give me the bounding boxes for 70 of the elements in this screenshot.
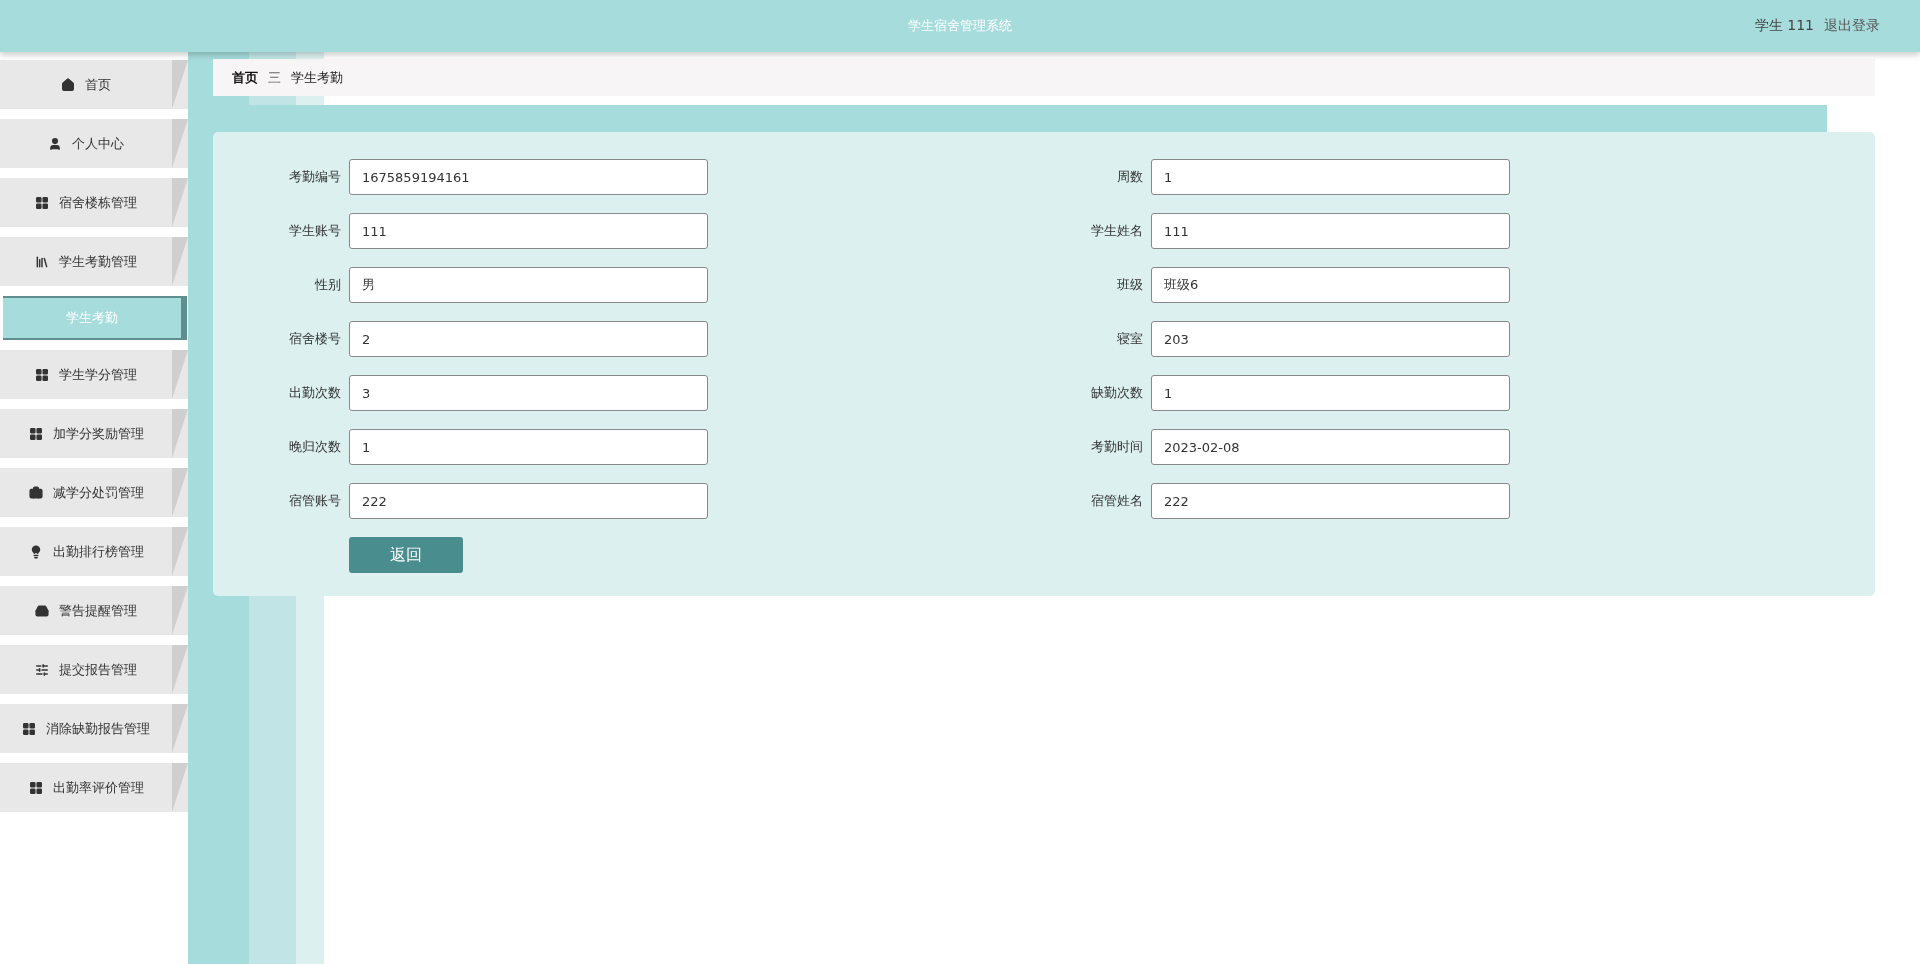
corner-fold — [172, 409, 188, 458]
home-icon — [61, 77, 75, 92]
corner-fold — [172, 527, 188, 576]
corner-fold — [172, 178, 188, 227]
sidebar-item[interactable]: 加学分奖励管理 — [0, 409, 188, 458]
field-label: 晚归次数 — [288, 438, 341, 456]
field-label: 宿管姓名 — [1090, 492, 1143, 510]
sidebar-item[interactable]: 出勤率评价管理 — [0, 763, 188, 812]
corner-fold — [172, 468, 188, 517]
input-field[interactable]: 222 — [1151, 483, 1510, 519]
corner-fold — [172, 645, 188, 694]
breadcrumb-home-link[interactable]: 首页 — [232, 68, 258, 87]
user-icon — [48, 136, 62, 151]
field-label: 周数 — [1116, 168, 1143, 186]
back-button[interactable]: 返回 — [349, 537, 463, 573]
field-label: 缺勤次数 — [1090, 384, 1143, 402]
corner-fold — [172, 350, 188, 399]
input-field[interactable]: 1 — [1151, 375, 1510, 411]
input-field[interactable]: 1675859194161 — [349, 159, 708, 195]
sidebar-item[interactable]: 个人中心 — [0, 119, 188, 168]
field-label: 班级 — [1116, 276, 1143, 294]
input-field[interactable]: 2023-02-08 — [1151, 429, 1510, 465]
sidebar-item[interactable]: 出勤排行榜管理 — [0, 527, 188, 576]
input-field[interactable]: 1 — [349, 429, 708, 465]
briefcase-icon — [28, 485, 43, 500]
books-icon — [35, 254, 49, 269]
sidebar-item[interactable]: 首页 — [0, 60, 188, 109]
user-name: 学生 111 — [1754, 17, 1814, 35]
field-label: 寝室 — [1116, 330, 1143, 348]
app-title: 学生宿舍管理系统 — [908, 17, 1012, 35]
input-field[interactable]: 222 — [349, 483, 708, 519]
sidebar-item[interactable]: 消除缺勤报告管理 — [0, 704, 188, 753]
grid-icon — [22, 721, 36, 736]
corner-fold — [172, 119, 188, 168]
field-label: 学生账号 — [288, 222, 341, 240]
field-label: 考勤时间 — [1090, 438, 1143, 456]
input-field[interactable]: 203 — [1151, 321, 1510, 357]
input-field[interactable]: 1 — [1151, 159, 1510, 195]
corner-fold — [172, 704, 188, 753]
input-field[interactable]: 111 — [349, 213, 708, 249]
field-label: 出勤次数 — [288, 384, 341, 402]
breadcrumb-separator: 三 — [268, 68, 281, 87]
corner-fold — [172, 237, 188, 286]
field-label: 考勤编号 — [288, 168, 341, 186]
sidebar-item[interactable]: 宿舍楼栋管理 — [0, 178, 188, 227]
grid-icon — [28, 426, 43, 441]
grid-icon — [35, 195, 49, 210]
corner-fold — [172, 586, 188, 635]
sliders-icon — [35, 662, 49, 677]
breadcrumb-current: 学生考勤 — [291, 68, 343, 87]
field-label: 性别 — [314, 276, 341, 294]
input-field[interactable]: 班级6 — [1151, 267, 1510, 303]
input-field[interactable]: 3 — [349, 375, 708, 411]
field-label: 学生姓名 — [1090, 222, 1143, 240]
corner-fold — [172, 60, 188, 109]
field-label: 宿舍楼号 — [288, 330, 341, 348]
input-field[interactable]: 2 — [349, 321, 708, 357]
input-field[interactable]: 男 — [349, 267, 708, 303]
sidebar-item[interactable]: 学生学分管理 — [0, 350, 188, 399]
grid-icon — [28, 780, 43, 795]
field-label: 宿管账号 — [288, 492, 341, 510]
corner-fold — [172, 763, 188, 812]
input-field[interactable]: 111 — [1151, 213, 1510, 249]
sidebar-item[interactable]: 减学分处罚管理 — [0, 468, 188, 517]
sidebar-item[interactable]: 提交报告管理 — [0, 645, 188, 694]
sidebar-item[interactable]: 警告提醒管理 — [0, 586, 188, 635]
grid-icon — [35, 367, 49, 382]
logout-link[interactable]: 退出登录 — [1824, 17, 1880, 35]
inbox-icon — [35, 603, 49, 618]
sidebar-item[interactable]: 学生考勤管理 — [0, 237, 188, 286]
